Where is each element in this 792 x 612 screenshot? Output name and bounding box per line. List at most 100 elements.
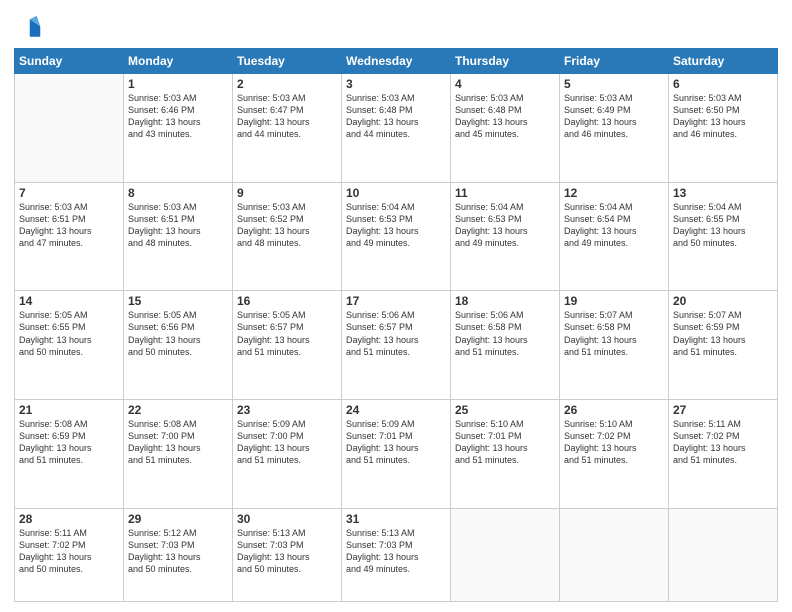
day-cell: 21Sunrise: 5:08 AM Sunset: 6:59 PM Dayli… bbox=[15, 399, 124, 508]
day-info: Sunrise: 5:05 AM Sunset: 6:56 PM Dayligh… bbox=[128, 309, 228, 358]
day-info: Sunrise: 5:03 AM Sunset: 6:50 PM Dayligh… bbox=[673, 92, 773, 141]
day-cell: 12Sunrise: 5:04 AM Sunset: 6:54 PM Dayli… bbox=[560, 182, 669, 291]
day-cell bbox=[669, 508, 778, 602]
week-row-1: 7Sunrise: 5:03 AM Sunset: 6:51 PM Daylig… bbox=[15, 182, 778, 291]
day-info: Sunrise: 5:03 AM Sunset: 6:47 PM Dayligh… bbox=[237, 92, 337, 141]
day-cell: 19Sunrise: 5:07 AM Sunset: 6:58 PM Dayli… bbox=[560, 291, 669, 400]
day-number: 22 bbox=[128, 403, 228, 417]
logo-icon bbox=[14, 14, 42, 42]
day-info: Sunrise: 5:04 AM Sunset: 6:53 PM Dayligh… bbox=[455, 201, 555, 250]
day-info: Sunrise: 5:09 AM Sunset: 7:01 PM Dayligh… bbox=[346, 418, 446, 467]
day-info: Sunrise: 5:03 AM Sunset: 6:52 PM Dayligh… bbox=[237, 201, 337, 250]
weekday-header-wednesday: Wednesday bbox=[342, 49, 451, 74]
weekday-header-tuesday: Tuesday bbox=[233, 49, 342, 74]
day-number: 29 bbox=[128, 512, 228, 526]
day-cell bbox=[560, 508, 669, 602]
day-cell: 16Sunrise: 5:05 AM Sunset: 6:57 PM Dayli… bbox=[233, 291, 342, 400]
day-number: 17 bbox=[346, 294, 446, 308]
day-number: 19 bbox=[564, 294, 664, 308]
day-number: 7 bbox=[19, 186, 119, 200]
day-cell: 3Sunrise: 5:03 AM Sunset: 6:48 PM Daylig… bbox=[342, 74, 451, 183]
day-cell: 15Sunrise: 5:05 AM Sunset: 6:56 PM Dayli… bbox=[124, 291, 233, 400]
day-info: Sunrise: 5:09 AM Sunset: 7:00 PM Dayligh… bbox=[237, 418, 337, 467]
weekday-header-row: SundayMondayTuesdayWednesdayThursdayFrid… bbox=[15, 49, 778, 74]
day-cell: 23Sunrise: 5:09 AM Sunset: 7:00 PM Dayli… bbox=[233, 399, 342, 508]
day-number: 8 bbox=[128, 186, 228, 200]
day-cell: 9Sunrise: 5:03 AM Sunset: 6:52 PM Daylig… bbox=[233, 182, 342, 291]
day-info: Sunrise: 5:06 AM Sunset: 6:58 PM Dayligh… bbox=[455, 309, 555, 358]
day-cell: 11Sunrise: 5:04 AM Sunset: 6:53 PM Dayli… bbox=[451, 182, 560, 291]
day-info: Sunrise: 5:04 AM Sunset: 6:54 PM Dayligh… bbox=[564, 201, 664, 250]
day-number: 2 bbox=[237, 77, 337, 91]
day-number: 25 bbox=[455, 403, 555, 417]
day-info: Sunrise: 5:05 AM Sunset: 6:55 PM Dayligh… bbox=[19, 309, 119, 358]
day-cell: 30Sunrise: 5:13 AM Sunset: 7:03 PM Dayli… bbox=[233, 508, 342, 602]
day-number: 24 bbox=[346, 403, 446, 417]
day-number: 9 bbox=[237, 186, 337, 200]
weekday-header-friday: Friday bbox=[560, 49, 669, 74]
day-info: Sunrise: 5:11 AM Sunset: 7:02 PM Dayligh… bbox=[19, 527, 119, 576]
day-number: 20 bbox=[673, 294, 773, 308]
day-info: Sunrise: 5:13 AM Sunset: 7:03 PM Dayligh… bbox=[237, 527, 337, 576]
week-row-2: 14Sunrise: 5:05 AM Sunset: 6:55 PM Dayli… bbox=[15, 291, 778, 400]
day-number: 1 bbox=[128, 77, 228, 91]
day-info: Sunrise: 5:08 AM Sunset: 7:00 PM Dayligh… bbox=[128, 418, 228, 467]
day-cell: 5Sunrise: 5:03 AM Sunset: 6:49 PM Daylig… bbox=[560, 74, 669, 183]
day-cell: 28Sunrise: 5:11 AM Sunset: 7:02 PM Dayli… bbox=[15, 508, 124, 602]
day-cell: 24Sunrise: 5:09 AM Sunset: 7:01 PM Dayli… bbox=[342, 399, 451, 508]
day-number: 10 bbox=[346, 186, 446, 200]
week-row-3: 21Sunrise: 5:08 AM Sunset: 6:59 PM Dayli… bbox=[15, 399, 778, 508]
day-cell: 1Sunrise: 5:03 AM Sunset: 6:46 PM Daylig… bbox=[124, 74, 233, 183]
weekday-header-sunday: Sunday bbox=[15, 49, 124, 74]
day-number: 14 bbox=[19, 294, 119, 308]
week-row-0: 1Sunrise: 5:03 AM Sunset: 6:46 PM Daylig… bbox=[15, 74, 778, 183]
day-info: Sunrise: 5:03 AM Sunset: 6:51 PM Dayligh… bbox=[19, 201, 119, 250]
day-cell: 20Sunrise: 5:07 AM Sunset: 6:59 PM Dayli… bbox=[669, 291, 778, 400]
day-number: 4 bbox=[455, 77, 555, 91]
logo bbox=[14, 14, 46, 42]
day-number: 6 bbox=[673, 77, 773, 91]
day-number: 3 bbox=[346, 77, 446, 91]
day-info: Sunrise: 5:03 AM Sunset: 6:48 PM Dayligh… bbox=[346, 92, 446, 141]
day-info: Sunrise: 5:03 AM Sunset: 6:51 PM Dayligh… bbox=[128, 201, 228, 250]
day-cell: 7Sunrise: 5:03 AM Sunset: 6:51 PM Daylig… bbox=[15, 182, 124, 291]
day-cell: 6Sunrise: 5:03 AM Sunset: 6:50 PM Daylig… bbox=[669, 74, 778, 183]
day-number: 31 bbox=[346, 512, 446, 526]
day-cell: 13Sunrise: 5:04 AM Sunset: 6:55 PM Dayli… bbox=[669, 182, 778, 291]
day-info: Sunrise: 5:10 AM Sunset: 7:01 PM Dayligh… bbox=[455, 418, 555, 467]
day-cell: 26Sunrise: 5:10 AM Sunset: 7:02 PM Dayli… bbox=[560, 399, 669, 508]
day-number: 26 bbox=[564, 403, 664, 417]
day-info: Sunrise: 5:04 AM Sunset: 6:55 PM Dayligh… bbox=[673, 201, 773, 250]
day-cell: 2Sunrise: 5:03 AM Sunset: 6:47 PM Daylig… bbox=[233, 74, 342, 183]
day-info: Sunrise: 5:03 AM Sunset: 6:49 PM Dayligh… bbox=[564, 92, 664, 141]
day-cell: 31Sunrise: 5:13 AM Sunset: 7:03 PM Dayli… bbox=[342, 508, 451, 602]
day-info: Sunrise: 5:06 AM Sunset: 6:57 PM Dayligh… bbox=[346, 309, 446, 358]
day-number: 18 bbox=[455, 294, 555, 308]
day-number: 30 bbox=[237, 512, 337, 526]
day-cell: 8Sunrise: 5:03 AM Sunset: 6:51 PM Daylig… bbox=[124, 182, 233, 291]
day-number: 23 bbox=[237, 403, 337, 417]
day-number: 16 bbox=[237, 294, 337, 308]
day-info: Sunrise: 5:11 AM Sunset: 7:02 PM Dayligh… bbox=[673, 418, 773, 467]
day-cell: 29Sunrise: 5:12 AM Sunset: 7:03 PM Dayli… bbox=[124, 508, 233, 602]
day-info: Sunrise: 5:03 AM Sunset: 6:48 PM Dayligh… bbox=[455, 92, 555, 141]
week-row-4: 28Sunrise: 5:11 AM Sunset: 7:02 PM Dayli… bbox=[15, 508, 778, 602]
day-cell: 27Sunrise: 5:11 AM Sunset: 7:02 PM Dayli… bbox=[669, 399, 778, 508]
day-number: 21 bbox=[19, 403, 119, 417]
calendar-table: SundayMondayTuesdayWednesdayThursdayFrid… bbox=[14, 48, 778, 602]
day-info: Sunrise: 5:08 AM Sunset: 6:59 PM Dayligh… bbox=[19, 418, 119, 467]
day-number: 5 bbox=[564, 77, 664, 91]
day-number: 15 bbox=[128, 294, 228, 308]
day-number: 28 bbox=[19, 512, 119, 526]
day-number: 11 bbox=[455, 186, 555, 200]
day-info: Sunrise: 5:10 AM Sunset: 7:02 PM Dayligh… bbox=[564, 418, 664, 467]
weekday-header-monday: Monday bbox=[124, 49, 233, 74]
day-info: Sunrise: 5:04 AM Sunset: 6:53 PM Dayligh… bbox=[346, 201, 446, 250]
day-number: 13 bbox=[673, 186, 773, 200]
day-number: 27 bbox=[673, 403, 773, 417]
day-info: Sunrise: 5:07 AM Sunset: 6:58 PM Dayligh… bbox=[564, 309, 664, 358]
day-info: Sunrise: 5:03 AM Sunset: 6:46 PM Dayligh… bbox=[128, 92, 228, 141]
weekday-header-saturday: Saturday bbox=[669, 49, 778, 74]
day-info: Sunrise: 5:13 AM Sunset: 7:03 PM Dayligh… bbox=[346, 527, 446, 576]
weekday-header-thursday: Thursday bbox=[451, 49, 560, 74]
